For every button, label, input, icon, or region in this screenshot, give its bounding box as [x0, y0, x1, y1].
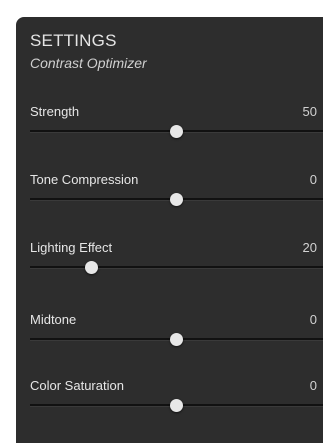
slider-row-midtone: Midtone 0 [16, 312, 323, 372]
lighting-effect-slider-thumb[interactable] [85, 261, 99, 274]
settings-panel: SETTINGS Contrast Optimizer Strength 50 … [16, 17, 323, 443]
slider-row-tone-compression: Tone Compression 0 [16, 172, 323, 232]
slider-value-midtone: 0 [309, 312, 317, 327]
lighting-effect-slider[interactable] [30, 261, 323, 274]
slider-value-color-saturation: 0 [309, 378, 317, 393]
slider-label-strength: Strength [30, 104, 80, 119]
slider-label-tone-compression: Tone Compression [30, 172, 139, 187]
midtone-slider[interactable] [30, 333, 323, 346]
tone-compression-slider[interactable] [30, 193, 323, 206]
slider-value-strength: 50 [302, 104, 317, 119]
color-saturation-slider[interactable] [30, 399, 323, 412]
tone-compression-slider-thumb[interactable] [170, 193, 183, 206]
slider-row-strength: Strength 50 [16, 104, 323, 164]
panel-title: SETTINGS [30, 31, 117, 50]
slider-track-line [30, 266, 323, 269]
strength-slider[interactable] [30, 125, 323, 138]
slider-value-tone-compression: 0 [309, 172, 317, 187]
slider-row-color-saturation: Color Saturation 0 [16, 378, 323, 438]
slider-label-lighting-effect: Lighting Effect [30, 240, 113, 255]
slider-value-lighting-effect: 20 [302, 240, 317, 255]
slider-label-color-saturation: Color Saturation [30, 378, 124, 393]
slider-row-lighting-effect: Lighting Effect 20 [16, 240, 323, 300]
color-saturation-slider-thumb[interactable] [170, 399, 183, 412]
slider-label-midtone: Midtone [30, 312, 77, 327]
panel-subtitle: Contrast Optimizer [30, 55, 147, 71]
strength-slider-thumb[interactable] [170, 125, 183, 138]
midtone-slider-thumb[interactable] [170, 333, 183, 346]
